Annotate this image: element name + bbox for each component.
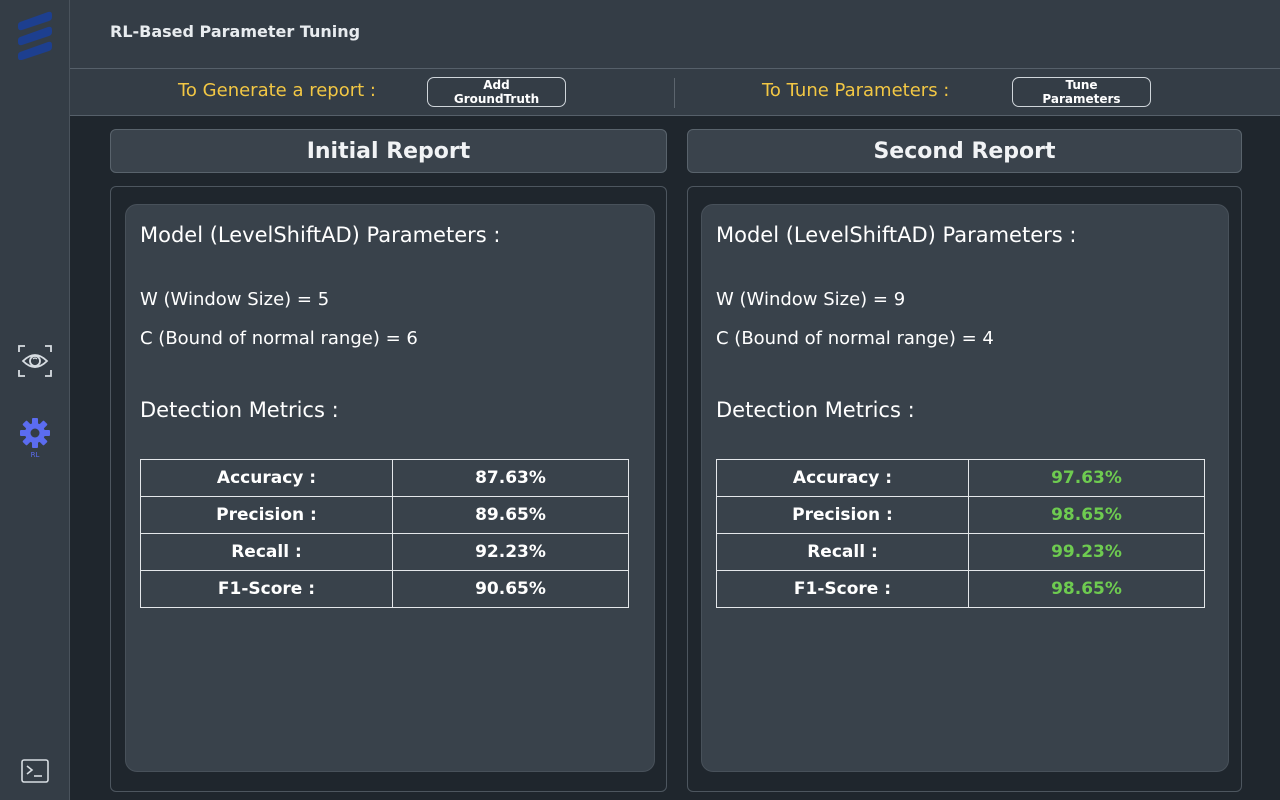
sidebar-item-rl[interactable]: RL <box>16 417 54 465</box>
metric-value: 89.65% <box>392 496 629 534</box>
terminal-icon[interactable] <box>21 759 49 783</box>
generate-report-label: To Generate a report : <box>178 80 376 101</box>
ericsson-logo-icon[interactable] <box>16 10 54 60</box>
table-row: Precision : 98.65% <box>716 496 1205 534</box>
metric-label: Recall : <box>716 533 969 571</box>
sidebar-item-label: RL <box>30 451 40 459</box>
metric-value: 87.63% <box>392 459 629 497</box>
metric-label: Accuracy : <box>716 459 969 497</box>
action-bar: To Generate a report : Add GroundTruth T… <box>70 69 1280 115</box>
metric-label: Accuracy : <box>140 459 393 497</box>
param-window-size: W (Window Size) = 5 <box>140 289 330 310</box>
metric-label: Precision : <box>716 496 969 534</box>
detection-metrics-title: Detection Metrics : <box>716 398 915 422</box>
add-groundtruth-button[interactable]: Add GroundTruth <box>427 77 566 107</box>
model-parameters-title: Model (LevelShiftAD) Parameters : <box>716 223 1077 247</box>
tune-parameters-button[interactable]: Tune Parameters <box>1012 77 1151 107</box>
initial-report-panel: Model (LevelShiftAD) Parameters : W (Win… <box>110 186 667 792</box>
metric-label: F1-Score : <box>140 570 393 608</box>
param-window-size: W (Window Size) = 9 <box>716 289 906 310</box>
tune-parameters-label: To Tune Parameters : <box>762 80 950 101</box>
gear-icon <box>20 418 50 448</box>
eye-icon[interactable] <box>17 344 53 378</box>
metric-label: F1-Score : <box>716 570 969 608</box>
table-row: Accuracy : 97.63% <box>716 459 1205 497</box>
table-row: F1-Score : 90.65% <box>140 570 629 608</box>
metric-value: 97.63% <box>968 459 1205 497</box>
divider <box>674 78 675 108</box>
metric-value: 98.65% <box>968 496 1205 534</box>
page-title: RL-Based Parameter Tuning <box>110 22 361 41</box>
initial-report-header: Initial Report <box>110 129 667 173</box>
param-bound: C (Bound of normal range) = 6 <box>140 328 418 349</box>
table-row: F1-Score : 98.65% <box>716 570 1205 608</box>
sidebar: RL <box>0 0 70 800</box>
reports-area: Initial Report Model (LevelShiftAD) Para… <box>70 115 1280 800</box>
metric-value: 90.65% <box>392 570 629 608</box>
metric-label: Precision : <box>140 496 393 534</box>
metric-label: Recall : <box>140 533 393 571</box>
app-header: RL-Based Parameter Tuning <box>70 0 1280 69</box>
metric-value: 99.23% <box>968 533 1205 571</box>
param-bound: C (Bound of normal range) = 4 <box>716 328 994 349</box>
metric-value: 92.23% <box>392 533 629 571</box>
table-row: Recall : 92.23% <box>140 533 629 571</box>
second-report-panel: Model (LevelShiftAD) Parameters : W (Win… <box>687 186 1242 792</box>
report-card: Model (LevelShiftAD) Parameters : W (Win… <box>125 204 655 772</box>
table-row: Recall : 99.23% <box>716 533 1205 571</box>
model-parameters-title: Model (LevelShiftAD) Parameters : <box>140 223 501 247</box>
metrics-table: Accuracy : 87.63% Precision : 89.65% Rec… <box>140 459 629 608</box>
detection-metrics-title: Detection Metrics : <box>140 398 339 422</box>
report-card: Model (LevelShiftAD) Parameters : W (Win… <box>701 204 1229 772</box>
table-row: Precision : 89.65% <box>140 496 629 534</box>
table-row: Accuracy : 87.63% <box>140 459 629 497</box>
second-report-header: Second Report <box>687 129 1242 173</box>
metrics-table: Accuracy : 97.63% Precision : 98.65% Rec… <box>716 459 1205 608</box>
metric-value: 98.65% <box>968 570 1205 608</box>
